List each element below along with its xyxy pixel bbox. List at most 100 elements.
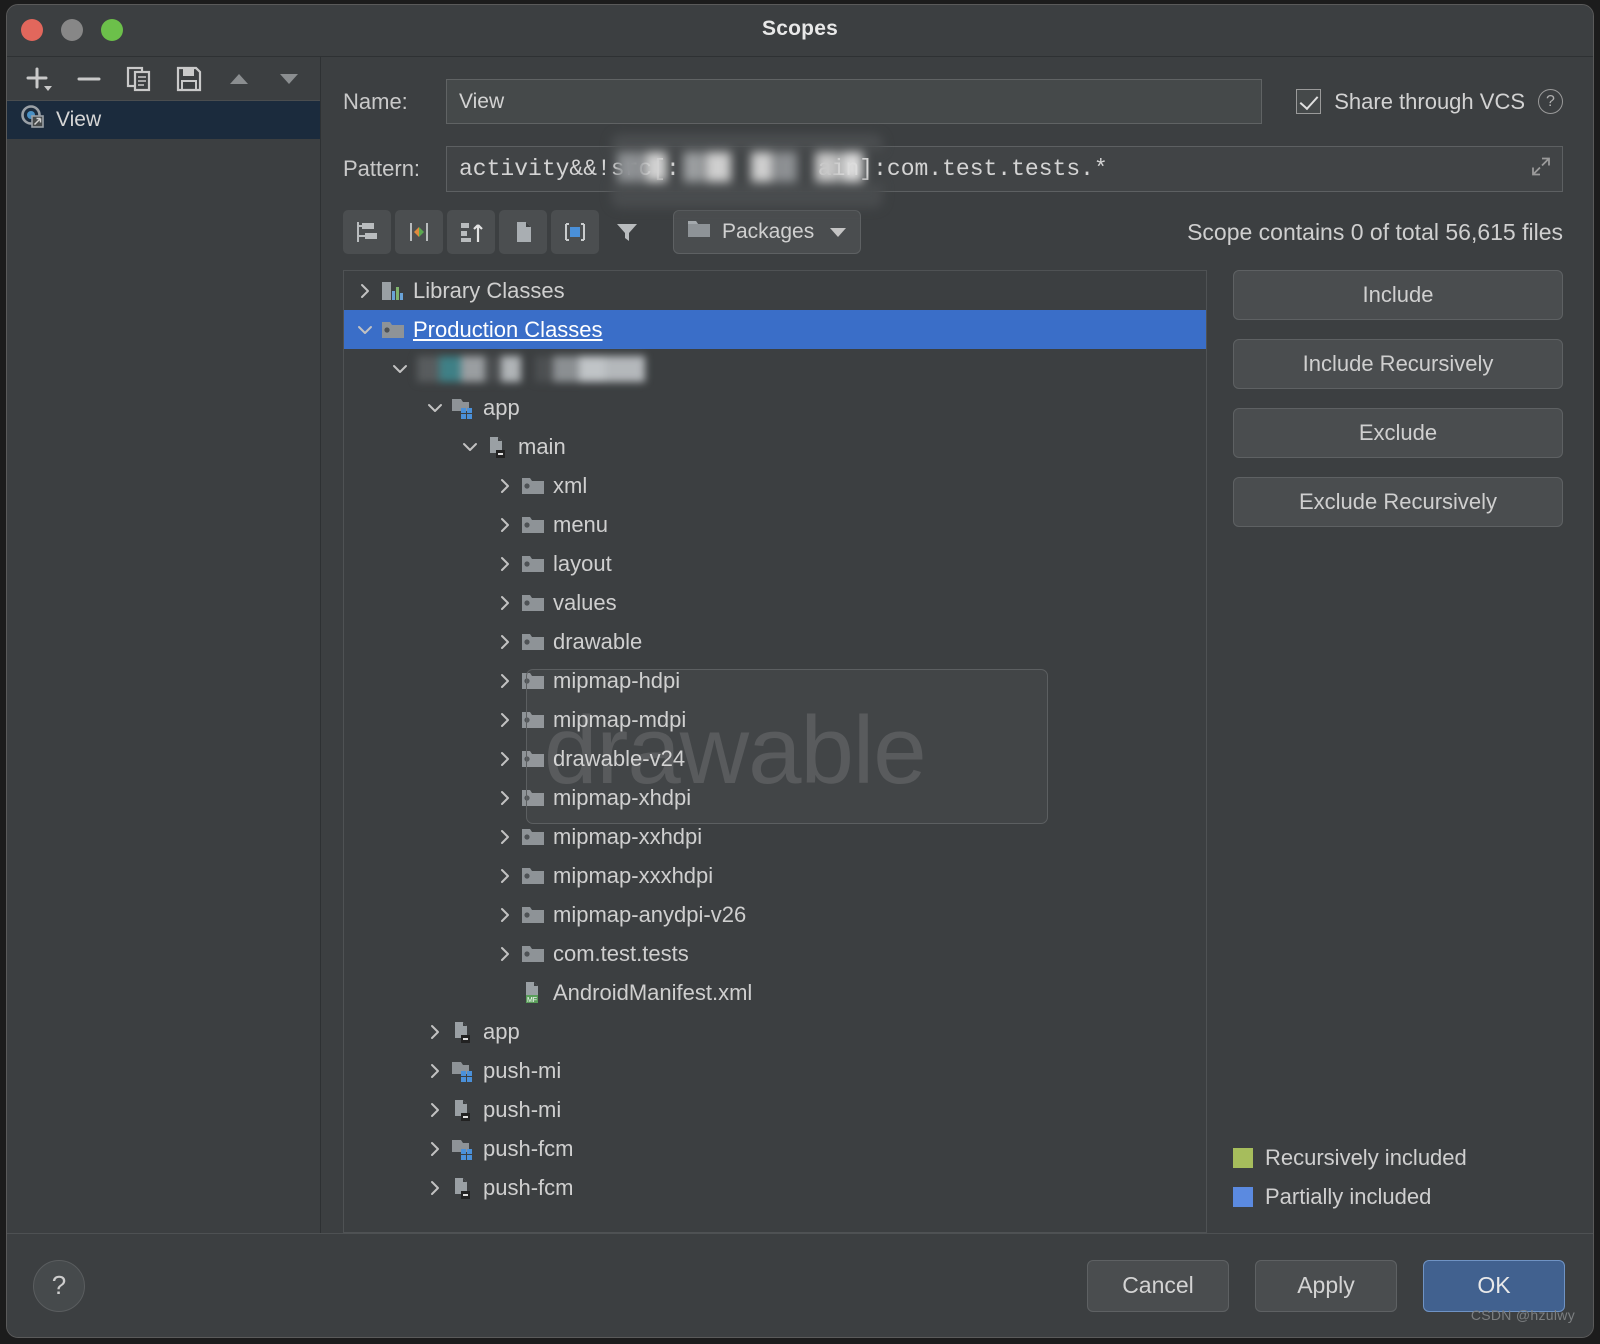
pattern-input[interactable]: activity&&!src[: __________ ain]:com.tes…	[446, 146, 1563, 192]
funnel-icon[interactable]	[603, 210, 651, 254]
tree-row[interactable]: drawable-v24	[344, 739, 1206, 778]
chevron-down-icon[interactable]	[352, 321, 378, 339]
module-icon[interactable]	[551, 210, 599, 254]
tree-row[interactable]: app	[344, 1012, 1206, 1051]
chevron-right-icon[interactable]	[492, 633, 518, 651]
flatten-packages-icon[interactable]	[343, 210, 391, 254]
title-bar: Scopes	[7, 5, 1593, 57]
save-scope-button[interactable]	[165, 59, 213, 99]
cancel-button[interactable]: Cancel	[1087, 1259, 1229, 1312]
scope-count-text: Scope contains 0 of total 56,615 files	[1187, 218, 1563, 245]
tree-row-label: main	[518, 433, 566, 459]
content-row: Library Classes Production Classes app main…	[343, 270, 1563, 1233]
name-input[interactable]: View	[446, 79, 1263, 124]
tree-row-label: drawable-v24	[553, 745, 686, 771]
name-row: Name: View Share through VCS ?	[343, 79, 1563, 124]
folder-icon	[518, 630, 548, 654]
tree-row[interactable]: mipmap-hdpi	[344, 661, 1206, 700]
tree-row-label: values	[553, 589, 617, 615]
tree-row[interactable]: mipmap-xxxhdpi	[344, 856, 1206, 895]
tree-row[interactable]: menu	[344, 505, 1206, 544]
chevron-right-icon[interactable]	[492, 945, 518, 963]
legend-swatch-green	[1233, 1148, 1253, 1168]
help-question-icon[interactable]: ?	[1538, 89, 1563, 114]
tree-row[interactable]: mipmap-xhdpi	[344, 778, 1206, 817]
chevron-down-icon[interactable]	[457, 438, 483, 456]
chevron-right-icon[interactable]	[492, 828, 518, 846]
chevron-right-icon[interactable]	[492, 867, 518, 885]
folder-icon	[518, 747, 548, 771]
tree-row-label: Production Classes	[413, 316, 603, 342]
chevron-right-icon[interactable]	[422, 1062, 448, 1080]
chevron-right-icon[interactable]	[422, 1101, 448, 1119]
tree-row[interactable]: drawable	[344, 622, 1206, 661]
chevron-down-icon[interactable]	[387, 360, 413, 378]
share-through-vcs-checkbox[interactable]	[1296, 89, 1322, 114]
chevron-right-icon[interactable]	[492, 516, 518, 534]
tree-row-label: push-fcm	[483, 1135, 574, 1161]
apply-button[interactable]: Apply	[1255, 1259, 1397, 1312]
chevron-right-icon[interactable]	[492, 789, 518, 807]
chevron-right-icon[interactable]	[492, 477, 518, 495]
dialog-footer: ? Cancel Apply OK CSDN @hzulwy	[7, 1233, 1593, 1337]
chevron-right-icon[interactable]	[492, 555, 518, 573]
tree-row[interactable]: mipmap-mdpi	[344, 700, 1206, 739]
folder-icon	[518, 474, 548, 498]
chevron-right-icon[interactable]	[422, 1023, 448, 1041]
sidebar-item-view[interactable]: View	[7, 101, 320, 139]
move-down-button[interactable]	[265, 59, 313, 99]
chevron-right-icon[interactable]	[492, 906, 518, 924]
tree-row[interactable]: push-fcm	[344, 1129, 1206, 1168]
remove-scope-button[interactable]	[65, 59, 113, 99]
chevron-down-icon[interactable]	[422, 399, 448, 417]
chevron-right-icon[interactable]	[422, 1179, 448, 1197]
tree-row-label: app	[483, 394, 520, 420]
pattern-suffix: ain]:com.test.tests.*	[817, 156, 1108, 182]
main-panel: Name: View Share through VCS ? Pattern: …	[321, 57, 1593, 1233]
chevron-right-icon[interactable]	[492, 594, 518, 612]
actions-column: Include Include Recursively Exclude Excl…	[1233, 270, 1563, 1233]
copy-scope-button[interactable]	[115, 59, 163, 99]
tree-row[interactable]	[344, 349, 1206, 388]
tree-row[interactable]: push-mi	[344, 1090, 1206, 1129]
grouping-dropdown[interactable]: Packages	[673, 210, 862, 254]
chevron-right-icon[interactable]	[352, 282, 378, 300]
scope-list: View	[7, 101, 320, 1233]
chevron-right-icon[interactable]	[492, 672, 518, 690]
tree-row[interactable]: Production Classes	[344, 310, 1206, 349]
help-button[interactable]: ?	[33, 1259, 85, 1312]
name-input-value: View	[459, 89, 505, 113]
expand-editor-icon[interactable]	[1530, 156, 1552, 183]
file-icon[interactable]	[499, 210, 547, 254]
sort-by-type-icon[interactable]	[447, 210, 495, 254]
chevron-right-icon[interactable]	[492, 750, 518, 768]
tree-row-label: mipmap-xhdpi	[553, 784, 692, 810]
include-button[interactable]: Include	[1233, 270, 1563, 320]
move-up-button[interactable]	[215, 59, 263, 99]
tree-row[interactable]: com.test.tests	[344, 934, 1206, 973]
tree-row[interactable]: main	[344, 427, 1206, 466]
scope-tree[interactable]: Library Classes Production Classes app main…	[343, 270, 1207, 1233]
tree-row[interactable]: Library Classes	[344, 271, 1206, 310]
ok-button[interactable]: OK	[1423, 1259, 1565, 1312]
include-recursively-button[interactable]: Include Recursively	[1233, 339, 1563, 389]
folder-icon	[518, 903, 548, 927]
tree-row[interactable]: xml	[344, 466, 1206, 505]
exclude-recursively-button[interactable]: Exclude Recursively	[1233, 477, 1563, 527]
tree-row[interactable]: push-fcm	[344, 1168, 1206, 1207]
tree-toolbar: Packages Scope contains 0 of total 56,61…	[343, 210, 1563, 254]
chevron-right-icon[interactable]	[492, 711, 518, 729]
add-scope-button[interactable]	[15, 59, 63, 99]
tree-row[interactable]: values	[344, 583, 1206, 622]
compact-packages-icon[interactable]	[395, 210, 443, 254]
tree-row[interactable]: MF AndroidManifest.xml	[344, 973, 1206, 1012]
tree-row[interactable]: push-mi	[344, 1051, 1206, 1090]
folder-icon	[518, 786, 548, 810]
tree-row[interactable]: layout	[344, 544, 1206, 583]
exclude-button[interactable]: Exclude	[1233, 408, 1563, 458]
tree-row[interactable]: mipmap-anydpi-v26	[344, 895, 1206, 934]
source-root-icon	[448, 1020, 478, 1044]
tree-row[interactable]: mipmap-xxhdpi	[344, 817, 1206, 856]
chevron-right-icon[interactable]	[422, 1140, 448, 1158]
tree-row[interactable]: app	[344, 388, 1206, 427]
